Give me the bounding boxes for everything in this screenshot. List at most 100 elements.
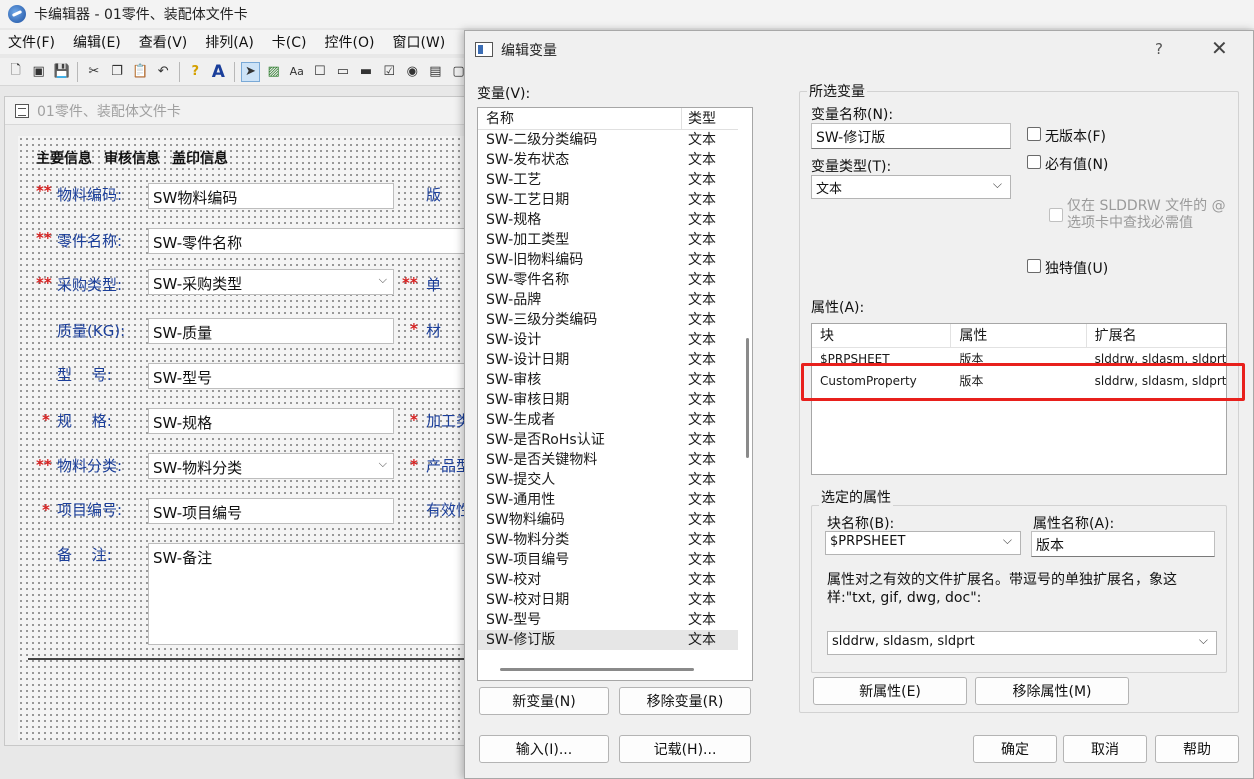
no-version-checkbox[interactable] <box>1027 127 1041 141</box>
var-type-select[interactable]: 文本 ⌵ <box>811 175 1011 199</box>
horizontal-scroll-thumb[interactable] <box>500 668 694 671</box>
edit-tool-icon[interactable]: ▭ <box>333 62 352 82</box>
list-item[interactable]: SW-是否关键物料 文本 <box>478 450 738 470</box>
block-name-select[interactable]: $PRPSHEET ⌵ <box>825 531 1021 555</box>
menu-control[interactable]: 控件(O) <box>325 32 375 52</box>
list-item[interactable]: SW-审核日期 文本 <box>478 390 738 410</box>
list-item[interactable]: SW-旧物料编码 文本 <box>478 250 738 270</box>
purchase-type-value: SW-采购类型 <box>153 275 243 293</box>
header-extension[interactable]: 扩展名 <box>1087 324 1226 347</box>
list-item[interactable]: SW-提交人 文本 <box>478 470 738 490</box>
list-item[interactable]: SW-规格 文本 <box>478 210 738 230</box>
menu-edit[interactable]: 编辑(E) <box>73 32 121 52</box>
extension-select[interactable]: slddrw, sldasm, sldprt ⌵ <box>827 631 1217 655</box>
dialog-help-icon[interactable]: ? <box>1155 40 1163 58</box>
cancel-button[interactable]: 取消 <box>1063 735 1147 763</box>
required-value-checkbox[interactable] <box>1027 155 1041 169</box>
checkbox-tool-icon[interactable]: ☑ <box>380 62 399 82</box>
tab-stamp-info[interactable]: 盖印信息 <box>172 148 228 168</box>
model-field[interactable]: SW-型号 <box>148 363 466 389</box>
vertical-scrollbar[interactable] <box>746 112 750 660</box>
open-icon[interactable]: ▣ <box>29 62 48 82</box>
save-icon[interactable]: 💾 <box>52 62 71 82</box>
list-item[interactable]: SW物料编码 文本 <box>478 510 738 530</box>
required-star: * <box>410 456 418 474</box>
pointer-icon[interactable]: ➤ <box>240 61 261 82</box>
textbox-tool-icon[interactable]: ☐ <box>310 62 329 82</box>
header-type[interactable]: 类型 <box>682 108 738 129</box>
variables-list[interactable]: 名称 类型 SW-二级分类编码 文本 SW-发布状态 文本 SW-工艺 文本 SW-工艺日期… <box>477 107 753 681</box>
list-item[interactable]: SW-修订版 文本 <box>478 630 738 650</box>
unique-value-checkbox[interactable] <box>1027 259 1041 273</box>
record-button[interactable]: 记载(H)... <box>619 735 751 763</box>
close-icon[interactable]: ✕ <box>1211 36 1228 60</box>
attr-name-input[interactable]: 版本 <box>1031 531 1215 557</box>
menu-arrange[interactable]: 排列(A) <box>205 32 254 52</box>
new-file-icon[interactable]: 🗋 <box>6 62 25 82</box>
card-canvas[interactable] <box>18 136 474 740</box>
new-attribute-button[interactable]: 新属性(E) <box>813 677 967 705</box>
tab-main-info[interactable]: 主要信息 <box>36 148 92 168</box>
list-item[interactable]: SW-设计 文本 <box>478 330 738 350</box>
menu-window[interactable]: 窗口(W) <box>392 32 445 52</box>
tab-review-info[interactable]: 审核信息 <box>104 148 160 168</box>
list-item[interactable]: SW-二级分类编码 文本 <box>478 130 738 150</box>
part-name-label: 零件名称: <box>57 232 123 250</box>
list-item[interactable]: SW-校对日期 文本 <box>478 590 738 610</box>
variable-type: 文本 <box>688 452 716 468</box>
part-name-field[interactable]: SW-零件名称 <box>148 228 466 254</box>
list-item[interactable]: SW-设计日期 文本 <box>478 350 738 370</box>
vertical-scroll-thumb[interactable] <box>746 338 749 458</box>
remark-field[interactable]: SW-备注 <box>148 543 466 645</box>
variable-name: SW-旧物料编码 <box>486 252 584 268</box>
list-item[interactable]: SW-工艺日期 文本 <box>478 190 738 210</box>
list-item[interactable]: SW-物料分类 文本 <box>478 530 738 550</box>
list-item[interactable]: SW-工艺 文本 <box>478 170 738 190</box>
new-variable-button[interactable]: 新变量(N) <box>479 687 609 715</box>
font-icon[interactable]: A <box>209 62 228 82</box>
menu-view[interactable]: 查看(V) <box>139 32 188 52</box>
remove-variable-button[interactable]: 移除变量(R) <box>619 687 751 715</box>
copy-icon[interactable]: ❐ <box>107 62 126 82</box>
list-item[interactable]: SW-项目编号 文本 <box>478 550 738 570</box>
paste-icon[interactable]: 📋 <box>131 62 150 82</box>
header-attribute[interactable]: 属性 <box>951 324 1087 347</box>
help-button[interactable]: 帮助 <box>1155 735 1239 763</box>
spec-field[interactable]: SW-规格 <box>148 408 394 434</box>
right-col-label-unit: 单 <box>426 276 442 294</box>
radio-tool-icon[interactable]: ◉ <box>403 62 422 82</box>
variable-name: SW-修订版 <box>486 632 556 648</box>
slddrw-only-checkbox[interactable] <box>1049 208 1063 222</box>
list-item[interactable]: SW-通用性 文本 <box>478 490 738 510</box>
list-item[interactable]: SW-三级分类编码 文本 <box>478 310 738 330</box>
cut-icon[interactable]: ✂ <box>84 62 103 82</box>
category-select[interactable]: SW-物料分类 ⌵ <box>148 453 394 479</box>
weight-field[interactable]: SW-质量 <box>148 318 394 344</box>
combo-tool-icon[interactable]: ▤ <box>426 62 445 82</box>
line-tool-icon[interactable]: ▬ <box>356 62 375 82</box>
header-block[interactable]: 块 <box>812 324 952 347</box>
var-name-input[interactable]: SW-修订版 <box>811 123 1011 149</box>
list-item[interactable]: SW-审核 文本 <box>478 370 738 390</box>
list-item[interactable]: SW-零件名称 文本 <box>478 270 738 290</box>
ok-button[interactable]: 确定 <box>973 735 1057 763</box>
list-item[interactable]: SW-校对 文本 <box>478 570 738 590</box>
material-code-field[interactable]: SW物料编码 <box>148 183 394 209</box>
list-item[interactable]: SW-品牌 文本 <box>478 290 738 310</box>
menu-file[interactable]: 文件(F) <box>8 32 55 52</box>
list-item[interactable]: SW-生成者 文本 <box>478 410 738 430</box>
remove-attribute-button[interactable]: 移除属性(M) <box>975 677 1129 705</box>
header-name[interactable]: 名称 <box>478 108 682 129</box>
list-item[interactable]: SW-发布状态 文本 <box>478 150 738 170</box>
list-item[interactable]: SW-加工类型 文本 <box>478 230 738 250</box>
project-no-field[interactable]: SW-项目编号 <box>148 498 394 524</box>
image-icon[interactable]: ▨ <box>264 62 283 82</box>
label-tool-icon[interactable]: Aa <box>287 62 306 82</box>
list-item[interactable]: SW-是否RoHs认证 文本 <box>478 430 738 450</box>
undo-icon[interactable]: ↶ <box>154 62 173 82</box>
purchase-type-select[interactable]: SW-采购类型 ⌵ <box>148 269 394 295</box>
help-icon[interactable]: ? <box>186 62 205 82</box>
menu-card[interactable]: 卡(C) <box>272 32 307 52</box>
import-button[interactable]: 输入(I)... <box>479 735 609 763</box>
list-item[interactable]: SW-型号 文本 <box>478 610 738 630</box>
